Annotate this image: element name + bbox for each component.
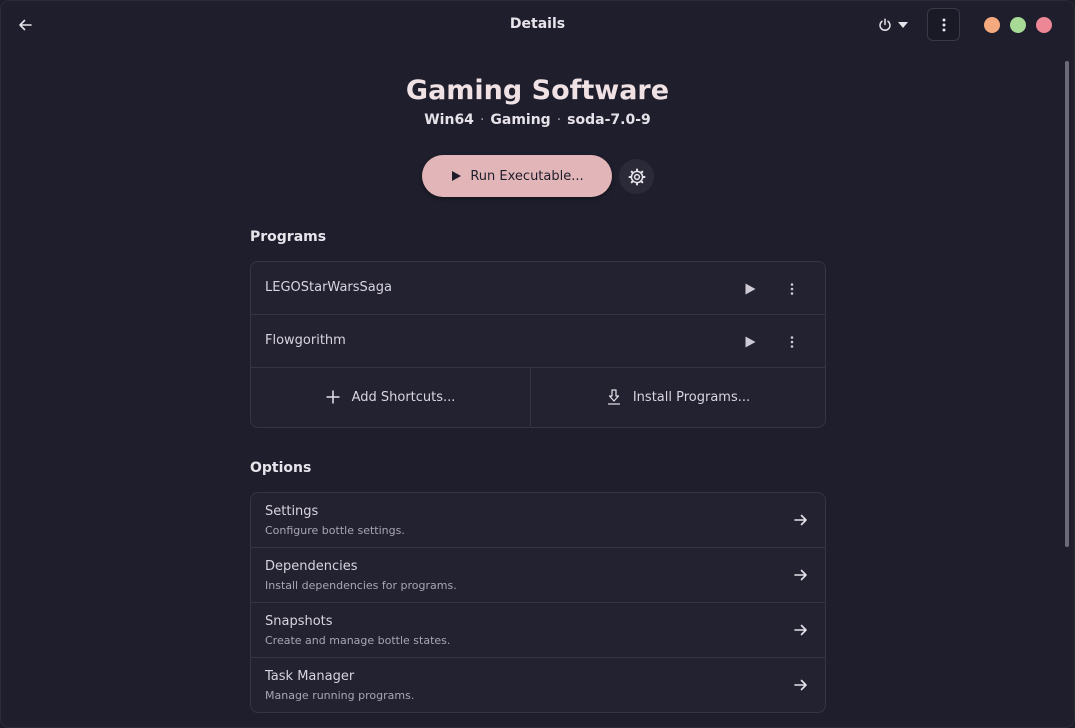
options-heading: Options: [250, 460, 312, 476]
header-bar: Details: [1, 1, 1074, 49]
power-icon: [879, 18, 891, 32]
chevron-down-icon: [898, 22, 908, 28]
maximize-button[interactable]: [1010, 17, 1026, 33]
install-programs-button[interactable]: Install Programs...: [531, 368, 825, 426]
option-subtitle: Create and manage bottle states.: [265, 634, 451, 647]
program-row: LEGOStarWarsSaga: [251, 262, 825, 315]
kebab-menu-icon: [790, 336, 794, 348]
kebab-menu-icon: [790, 283, 794, 295]
plus-icon: [326, 390, 340, 404]
program-run-button[interactable]: [741, 280, 759, 298]
program-actions: Add Shortcuts... Install Programs...: [251, 368, 825, 426]
option-task-manager[interactable]: Task Manager Manage running programs.: [251, 658, 825, 712]
add-shortcuts-label: Add Shortcuts...: [351, 389, 456, 405]
option-snapshots[interactable]: Snapshots Create and manage bottle state…: [251, 603, 825, 658]
play-icon: [452, 171, 462, 181]
bottle-info: Win64 · Gaming · soda-7.0-9: [1, 112, 1074, 128]
program-name: Flowgorithm: [265, 333, 346, 348]
option-title: Task Manager: [265, 669, 355, 684]
program-row: Flowgorithm: [251, 315, 825, 368]
run-executable-button[interactable]: Run Executable...: [422, 155, 612, 197]
arrow-right-icon: [794, 679, 807, 691]
option-settings[interactable]: Settings Configure bottle settings.: [251, 493, 825, 548]
bottle-arch: Win64: [424, 112, 474, 128]
scrollbar[interactable]: [1065, 61, 1069, 547]
minimize-button[interactable]: [984, 17, 1000, 33]
bottle-name: Gaming Software: [405, 75, 670, 106]
run-settings-button[interactable]: [619, 159, 654, 194]
bottle-runner: soda-7.0-9: [567, 112, 651, 128]
program-menu-button[interactable]: [783, 280, 801, 298]
power-menu-button[interactable]: [873, 13, 915, 37]
option-title: Dependencies: [265, 559, 358, 574]
separator-dot: ·: [479, 112, 485, 128]
arrow-right-icon: [794, 514, 807, 526]
program-name: LEGOStarWarsSaga: [265, 280, 392, 295]
kebab-menu-icon: [942, 18, 945, 31]
download-icon: [607, 389, 620, 405]
install-programs-label: Install Programs...: [632, 389, 751, 405]
main-menu-button[interactable]: [927, 8, 960, 41]
programs-list: LEGOStarWarsSaga Flowgorithm Add Shortcu…: [250, 261, 826, 428]
arrow-right-icon: [794, 569, 807, 581]
add-shortcuts-button[interactable]: Add Shortcuts...: [251, 368, 531, 426]
option-subtitle: Configure bottle settings.: [265, 524, 405, 537]
option-title: Settings: [265, 504, 319, 519]
option-title: Snapshots: [265, 614, 333, 629]
arrow-right-icon: [794, 624, 807, 636]
bottle-details-window: Details Gaming Software Win64 · Gaming · sod…: [0, 0, 1075, 728]
program-menu-button[interactable]: [783, 333, 801, 351]
options-list: Settings Configure bottle settings. Depe…: [250, 492, 826, 713]
option-dependencies[interactable]: Dependencies Install dependencies for pr…: [251, 548, 825, 603]
play-icon: [745, 336, 756, 348]
play-icon: [745, 283, 756, 295]
bottle-environment: Gaming: [490, 112, 551, 128]
option-subtitle: Manage running programs.: [265, 689, 415, 702]
option-subtitle: Install dependencies for programs.: [265, 579, 457, 592]
programs-heading: Programs: [250, 229, 327, 245]
gear-icon: [628, 168, 645, 185]
program-run-button[interactable]: [741, 333, 759, 351]
close-button[interactable]: [1036, 17, 1052, 33]
run-executable-label: Run Executable...: [470, 168, 584, 184]
separator-dot: ·: [556, 112, 562, 128]
